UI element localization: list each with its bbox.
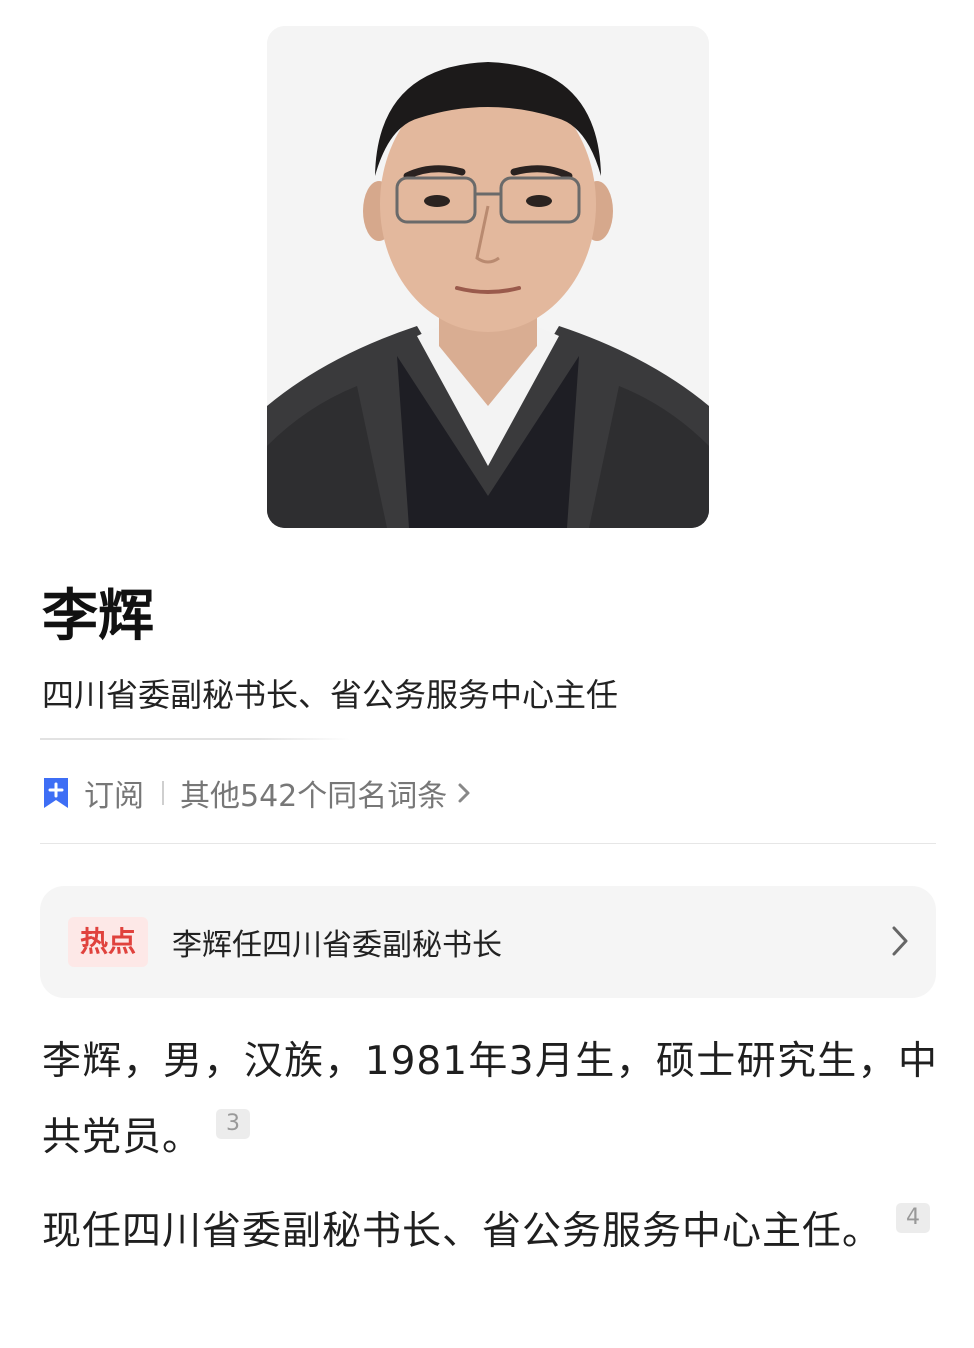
position-paragraph: 现任四川省委副秘书长、省公务服务中心主任。 4	[42, 1194, 938, 1270]
entry-subtitle: 四川省委副秘书长、省公务服务中心主任	[42, 676, 619, 714]
hot-news-card[interactable]: 热点 李辉任四川省委副秘书长	[40, 886, 936, 998]
divider	[40, 843, 936, 844]
citation-marker[interactable]: 3	[216, 1109, 251, 1139]
subscribe-button[interactable]: 订阅	[84, 771, 144, 815]
chevron-right-icon[interactable]	[457, 781, 471, 805]
bookmark-plus-icon[interactable]	[42, 776, 70, 810]
chevron-right-icon[interactable]	[890, 924, 910, 958]
bottom-fade	[0, 1300, 974, 1348]
hot-news-title[interactable]: 李辉任四川省委副秘书长	[172, 920, 502, 964]
homonyms-link[interactable]: 其他542个同名词条	[180, 771, 447, 815]
entry-page: 李辉 四川省委副秘书长、省公务服务中心主任 订阅 其他542个同名词条 热点 李…	[0, 0, 974, 1348]
hot-badge: 热点	[68, 917, 149, 967]
divider	[40, 738, 350, 740]
citation-marker[interactable]: 4	[896, 1203, 931, 1233]
summary-text: 李辉，男，汉族，1981年3月生，硕士研究生，中共党员。	[42, 1039, 938, 1160]
position-text: 现任四川省委副秘书长、省公务服务中心主任。	[42, 1209, 883, 1254]
action-row: 订阅 其他542个同名词条	[42, 770, 471, 816]
portrait-photo[interactable]	[267, 26, 709, 528]
portrait-illustration	[267, 26, 709, 528]
entry-name: 李辉	[42, 584, 154, 649]
summary-paragraph: 李辉，男，汉族，1981年3月生，硕士研究生，中共党员。 3	[42, 1024, 938, 1176]
separator	[162, 781, 164, 805]
